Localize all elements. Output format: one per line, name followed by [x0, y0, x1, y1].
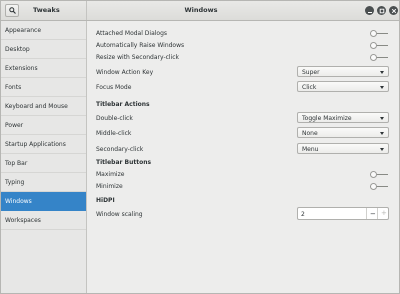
double-click-label: Double-click	[96, 115, 133, 122]
sidebar-item-label: Extensions	[5, 65, 38, 72]
sidebar-item-power[interactable]: Power	[1, 116, 86, 135]
minimize-label: Minimize	[96, 183, 123, 190]
sidebar-item-label: Top Bar	[5, 160, 28, 167]
decrease-button[interactable]: −	[366, 208, 377, 219]
combo-value: Super	[302, 69, 320, 76]
sidebar-item-label: Startup Applications	[5, 141, 66, 148]
windows-settings-panel: Attached Modal Dialogs Automatically Rai…	[88, 21, 399, 293]
sidebar-item-windows[interactable]: Windows	[1, 192, 86, 211]
resize-secondary-click-switch[interactable]	[370, 54, 388, 61]
focus-mode-combo[interactable]: Click	[297, 81, 389, 92]
double-click-combo[interactable]: Toggle Maximize	[297, 112, 389, 123]
focus-mode-label: Focus Mode	[96, 84, 132, 91]
combo-value: Menu	[302, 146, 319, 153]
sidebar-item-label: Appearance	[5, 27, 42, 34]
window-title: Windows	[184, 6, 218, 14]
maximize-button[interactable]	[377, 6, 386, 15]
plus-icon: +	[381, 209, 387, 217]
close-button[interactable]	[389, 6, 398, 15]
sidebar-item-startup-applications[interactable]: Startup Applications	[1, 135, 86, 154]
combo-value: Click	[302, 84, 317, 91]
hidpi-heading: HiDPI	[96, 197, 115, 204]
close-icon	[391, 8, 396, 13]
titlebar-buttons-heading: Titlebar Buttons	[96, 159, 152, 166]
maximize-icon	[379, 8, 384, 13]
sidebar-item-extensions[interactable]: Extensions	[1, 59, 86, 78]
sidebar-item-top-bar[interactable]: Top Bar	[1, 154, 86, 173]
switch-knob	[370, 30, 377, 37]
increase-button[interactable]: +	[377, 208, 388, 219]
sidebar-item-typing[interactable]: Typing	[1, 173, 86, 192]
sidebar-item-label: Keyboard and Mouse	[5, 103, 68, 110]
chevron-down-icon	[380, 116, 384, 120]
chevron-down-icon	[380, 70, 384, 74]
window-action-key-combo[interactable]: Super	[297, 66, 389, 77]
resize-secondary-click-label: Resize with Secondary-click	[96, 54, 180, 61]
chevron-down-icon	[380, 85, 384, 89]
sidebar-item-workspaces[interactable]: Workspaces	[1, 211, 86, 230]
middle-click-combo[interactable]: None	[297, 127, 389, 138]
minimize-button[interactable]	[365, 6, 374, 15]
secondary-click-combo[interactable]: Menu	[297, 143, 389, 154]
middle-click-label: Middle-click	[96, 130, 132, 137]
switch-knob	[370, 54, 377, 61]
sidebar-item-label: Power	[5, 122, 24, 129]
tweaks-window: Tweaks Windows Appearance Desktop Extens…	[0, 0, 400, 294]
chevron-down-icon	[380, 131, 384, 135]
automatically-raise-windows-switch[interactable]	[370, 42, 388, 49]
window-scaling-label: Window scaling	[96, 211, 143, 218]
sidebar-item-label: Typing	[5, 179, 25, 186]
attached-modal-dialogs-switch[interactable]	[370, 30, 388, 37]
secondary-click-label: Secondary-click	[96, 146, 144, 153]
sidebar-item-label: Workspaces	[5, 217, 41, 224]
switch-knob	[370, 42, 377, 49]
search-button[interactable]	[5, 4, 19, 17]
switch-knob	[370, 171, 377, 178]
sidebar-item-appearance[interactable]: Appearance	[1, 21, 86, 40]
window-action-key-label: Window Action Key	[96, 69, 154, 76]
attached-modal-dialogs-label: Attached Modal Dialogs	[96, 30, 168, 37]
search-icon	[9, 7, 16, 14]
header-bar: Tweaks Windows	[1, 1, 399, 21]
sidebar-item-label: Windows	[5, 198, 32, 205]
sidebar-item-keyboard-and-mouse[interactable]: Keyboard and Mouse	[1, 97, 86, 116]
chevron-down-icon	[380, 147, 384, 151]
maximize-switch[interactable]	[370, 171, 388, 178]
automatically-raise-windows-label: Automatically Raise Windows	[96, 42, 185, 49]
minimize-switch[interactable]	[370, 183, 388, 190]
titlebar-actions-heading: Titlebar Actions	[96, 101, 150, 108]
sidebar-item-label: Fonts	[5, 84, 22, 91]
maximize-label: Maximize	[96, 171, 125, 178]
app-title: Tweaks	[33, 6, 60, 14]
window-scaling-input[interactable]	[301, 210, 361, 218]
switch-knob	[370, 183, 377, 190]
sidebar-item-desktop[interactable]: Desktop	[1, 40, 86, 59]
sidebar-item-fonts[interactable]: Fonts	[1, 78, 86, 97]
minus-icon: −	[370, 210, 376, 218]
window-scaling-spinbutton: − +	[297, 207, 389, 220]
combo-value: Toggle Maximize	[302, 115, 352, 122]
sidebar: Appearance Desktop Extensions Fonts Keyb…	[1, 21, 87, 293]
sidebar-item-label: Desktop	[5, 46, 30, 53]
minimize-icon	[367, 11, 372, 13]
header-left-pane: Tweaks	[1, 1, 87, 20]
combo-value: None	[302, 130, 318, 137]
